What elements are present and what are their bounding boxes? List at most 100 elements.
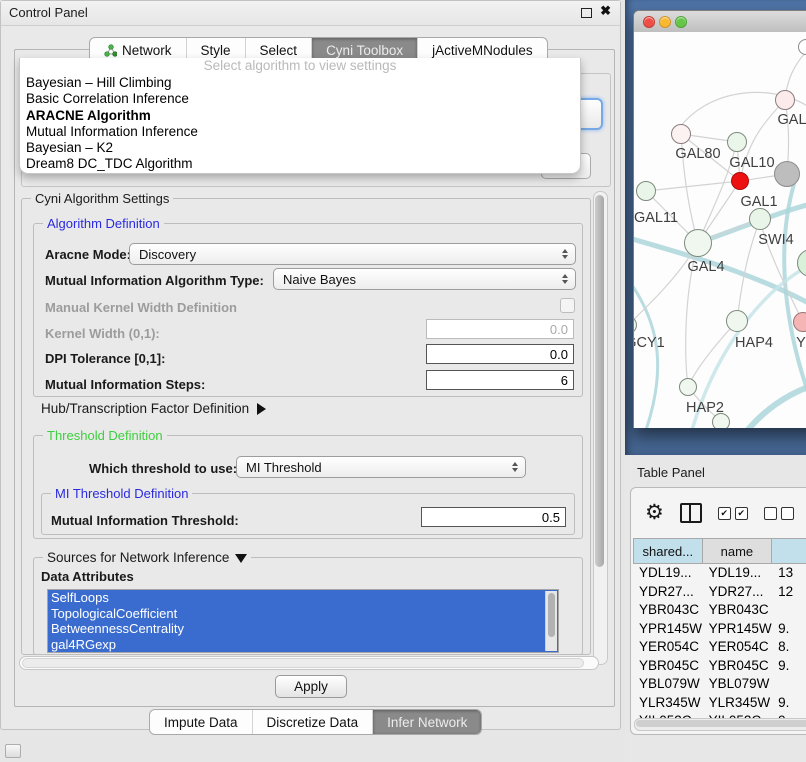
attributes-scrollbar[interactable] bbox=[545, 591, 557, 651]
column-header[interactable]: shared... bbox=[633, 538, 703, 564]
mi-type-value: Naive Bayes bbox=[283, 272, 356, 287]
network-node[interactable] bbox=[775, 90, 795, 110]
table-row[interactable]: YBR043CYBR043C bbox=[633, 601, 806, 620]
table-row[interactable]: YDR27...YDR27...12 bbox=[633, 583, 806, 602]
table-cell: YBL079W bbox=[633, 675, 703, 694]
table-cell: YLR345W bbox=[703, 694, 773, 713]
network-node[interactable] bbox=[797, 249, 806, 277]
mi-steps-input[interactable] bbox=[426, 370, 574, 390]
network-node[interactable] bbox=[671, 124, 691, 144]
table-row[interactable]: YBL079WYBL079W bbox=[633, 675, 806, 694]
table-body: YDL19...YDL19...13YDR27...YDR27...12YBR0… bbox=[633, 564, 806, 718]
gear-icon[interactable]: ⚙ bbox=[645, 503, 664, 523]
which-threshold-select[interactable]: MI Threshold bbox=[236, 456, 526, 478]
table-horizontal-scrollbar[interactable] bbox=[634, 718, 806, 731]
select-all-columns-icon[interactable]: ✔✔ bbox=[718, 507, 748, 520]
network-node[interactable] bbox=[636, 181, 656, 201]
table-panel: Table Panel ⚙ ✔✔ shared...name YDL19...Y… bbox=[625, 455, 806, 762]
table-row[interactable]: YLR345WYLR345W9. bbox=[633, 694, 806, 713]
table-row[interactable]: YDL19...YDL19...13 bbox=[633, 564, 806, 583]
column-header[interactable] bbox=[772, 538, 806, 564]
algorithm-definition-title: Algorithm Definition bbox=[43, 216, 164, 231]
aracne-mode-select[interactable]: Discovery bbox=[129, 243, 576, 265]
dropdown-item[interactable]: Bayesian – K2 bbox=[20, 140, 580, 156]
cyni-bottom-tabs: Impute Data Discretize Data Infer Networ… bbox=[149, 709, 482, 735]
float-window-icon[interactable] bbox=[581, 8, 592, 18]
network-node[interactable] bbox=[749, 208, 771, 230]
hub-definition-toggle[interactable]: Hub/Transcription Factor Definition bbox=[41, 401, 266, 416]
network-node[interactable] bbox=[726, 310, 748, 332]
hub-definition-label: Hub/Transcription Factor Definition bbox=[41, 401, 249, 416]
table-cell: YBR043C bbox=[703, 601, 773, 620]
collapsed-panel-icon[interactable] bbox=[5, 744, 21, 758]
table-row[interactable]: YBR045CYBR045C9. bbox=[633, 657, 806, 676]
node-table[interactable]: shared...name YDL19...YDL19...13YDR27...… bbox=[633, 538, 806, 718]
table-cell: YPR145W bbox=[703, 620, 773, 639]
window-zoom-button[interactable] bbox=[675, 16, 687, 28]
collapsed-arrow-icon bbox=[257, 403, 266, 415]
table-cell: YDL19... bbox=[633, 564, 703, 583]
network-node[interactable] bbox=[774, 161, 800, 187]
network-node[interactable] bbox=[679, 378, 697, 396]
tab-impute-data[interactable]: Impute Data bbox=[150, 710, 253, 734]
manual-kernel-label: Manual Kernel Width Definition bbox=[45, 300, 237, 315]
data-attributes-list[interactable]: SelfLoopsTopologicalCoefficientBetweenne… bbox=[47, 589, 559, 653]
network-window: GALGAL80GAL10GAL1GAL11SWI4GAL4GCY1HAP4YH… bbox=[633, 10, 806, 428]
attribute-item[interactable]: gal4RGexp bbox=[48, 637, 558, 653]
table-cell: YER054C bbox=[703, 638, 773, 657]
algorithm-dropdown-list: Bayesian – Hill ClimbingBasic Correlatio… bbox=[20, 75, 580, 173]
settings-horizontal-scrollbar[interactable] bbox=[19, 656, 599, 670]
table-row[interactable]: YPR145WYPR145W9. bbox=[633, 620, 806, 639]
window-minimize-button[interactable] bbox=[659, 16, 671, 28]
attribute-item[interactable]: TopologicalCoefficient bbox=[48, 606, 558, 622]
table-cell: 13 bbox=[772, 564, 806, 583]
dropdown-item[interactable]: Dream8 DC_TDC Algorithm bbox=[20, 156, 580, 172]
table-cell: 9. bbox=[772, 694, 806, 713]
dropdown-item[interactable]: Mutual Information Inference bbox=[20, 124, 580, 140]
network-node[interactable] bbox=[798, 39, 806, 55]
network-node[interactable] bbox=[684, 229, 712, 257]
tab-discretize-data[interactable]: Discretize Data bbox=[253, 710, 374, 734]
mi-type-label: Mutual Information Algorithm Type: bbox=[45, 273, 264, 288]
dropdown-item[interactable]: Bayesian – Hill Climbing bbox=[20, 75, 580, 91]
attribute-item[interactable]: BetweennessCentrality bbox=[48, 621, 558, 637]
tab-infer-network[interactable]: Infer Network bbox=[373, 710, 481, 734]
table-cell: 8. bbox=[772, 638, 806, 657]
apply-button[interactable]: Apply bbox=[275, 675, 347, 698]
which-threshold-label: Which threshold to use: bbox=[89, 461, 237, 476]
table-cell: 9. bbox=[772, 657, 806, 676]
settings-vertical-scrollbar[interactable] bbox=[593, 191, 608, 665]
close-icon[interactable]: ✖ bbox=[600, 3, 611, 19]
columns-icon[interactable] bbox=[680, 503, 702, 523]
control-panel: Control Panel ✖ Network Style Select Cyn… bbox=[0, 0, 621, 730]
unselect-all-columns-icon[interactable] bbox=[764, 507, 794, 520]
table-cell: YPR145W bbox=[633, 620, 703, 639]
mi-type-select[interactable]: Naive Bayes bbox=[273, 268, 576, 290]
kernel-width-label: Kernel Width (0,1): bbox=[45, 326, 160, 341]
network-node[interactable] bbox=[727, 132, 747, 152]
network-window-titlebar[interactable] bbox=[634, 11, 806, 33]
node-label: Y bbox=[796, 335, 806, 351]
attribute-item[interactable]: SelfLoops bbox=[48, 590, 558, 606]
network-node[interactable] bbox=[731, 172, 749, 190]
sources-group-title[interactable]: Sources for Network Inference bbox=[43, 550, 251, 565]
settings-group-title: Cyni Algorithm Settings bbox=[31, 191, 173, 206]
dpi-tolerance-input[interactable] bbox=[426, 344, 574, 364]
kernel-width-input[interactable] bbox=[426, 319, 574, 339]
dropdown-item[interactable]: ARACNE Algorithm bbox=[20, 108, 580, 124]
column-header[interactable]: name bbox=[703, 538, 773, 564]
node-label: GAL4 bbox=[687, 259, 724, 275]
table-row[interactable]: YER054CYER054C8. bbox=[633, 638, 806, 657]
network-node[interactable] bbox=[712, 413, 730, 428]
manual-kernel-checkbox[interactable] bbox=[560, 298, 575, 313]
dropdown-item[interactable]: Basic Correlation Inference bbox=[20, 91, 580, 107]
mi-threshold-input[interactable] bbox=[421, 507, 566, 527]
stepper-icon bbox=[562, 274, 568, 284]
network-canvas[interactable]: GALGAL80GAL10GAL1GAL11SWI4GAL4GCY1HAP4YH… bbox=[634, 32, 806, 428]
window-close-button[interactable] bbox=[643, 16, 655, 28]
table-cell: YBL079W bbox=[703, 675, 773, 694]
network-node[interactable] bbox=[793, 312, 806, 332]
network-node[interactable] bbox=[634, 316, 637, 334]
table-cell bbox=[772, 675, 806, 694]
node-label: SWI4 bbox=[758, 232, 793, 248]
